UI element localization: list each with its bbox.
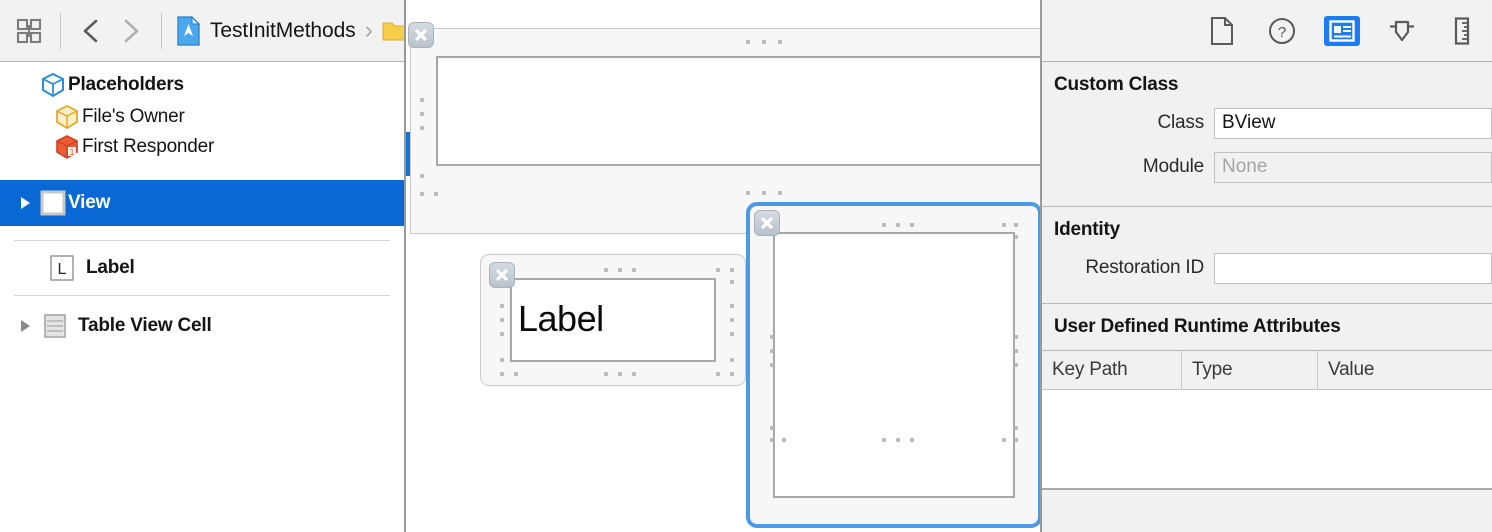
first-responder-icon: 1 — [52, 134, 82, 160]
outline-gap — [0, 226, 404, 240]
breadcrumb-separator: › — [364, 16, 373, 44]
canvas-object-content — [773, 232, 1015, 498]
user-defined-runtime-attributes-section: User Defined Runtime Attributes Key Path… — [1042, 303, 1492, 498]
outline-item-label: Placeholders — [68, 74, 184, 95]
table-view-cell-icon — [38, 312, 72, 340]
interface-builder-canvas[interactable]: Label — [404, 0, 1042, 532]
jump-bar-divider-2 — [161, 12, 162, 49]
connections-inspector-tab[interactable] — [1372, 9, 1432, 53]
files-owner-cube-icon — [52, 104, 82, 130]
xcode-interface-builder-window: TestInitMethods › TestInitMethods › — [0, 0, 1492, 532]
connections-arrow-icon — [1390, 20, 1414, 41]
outline-item-view[interactable]: View — [0, 180, 404, 226]
canvas-object-close-badge[interactable] — [489, 262, 515, 288]
custom-class-section: Custom Class Class BView Module None — [1042, 62, 1492, 206]
chevron-right-icon — [21, 197, 30, 209]
outline-item-label: View — [68, 192, 111, 213]
inspector-body: Custom Class Class BView Module None Ide… — [1042, 62, 1492, 532]
view-square-icon — [38, 189, 68, 217]
canvas-object-close-badge[interactable] — [408, 22, 434, 48]
outline-item-label-text: Label — [86, 257, 135, 278]
class-field-label: Class — [1157, 112, 1204, 133]
breadcrumb-item-project[interactable]: TestInitMethods — [174, 12, 358, 50]
chevron-right-icon — [21, 320, 30, 332]
outline-item-label: Table View Cell — [78, 315, 212, 336]
canvas-object-content — [436, 56, 1040, 166]
identity-inspector-tab[interactable] — [1312, 9, 1372, 53]
identity-inspector-panel: ? Custom Class Class BView Module None I… — [1042, 0, 1492, 532]
disclosure-triangle-view[interactable] — [12, 195, 38, 211]
module-field-label: Module — [1142, 156, 1204, 177]
outline-item-table-view-cell[interactable]: Table View Cell — [0, 296, 404, 356]
identity-card-icon — [1329, 19, 1355, 42]
section-padding — [1042, 194, 1492, 206]
column-header-key-path[interactable]: Key Path — [1042, 351, 1182, 389]
chevron-left-icon — [83, 19, 98, 42]
outline-column: TestInitMethods › TestInitMethods › — [0, 0, 404, 532]
outline-item-first-responder[interactable]: 1 First Responder — [0, 132, 404, 162]
canvas-object-view[interactable] — [746, 202, 1040, 528]
grid-squares-icon — [16, 18, 42, 43]
canvas-object-close-badge[interactable] — [754, 210, 780, 236]
svg-text:?: ? — [1278, 24, 1286, 41]
column-header-value[interactable]: Value — [1318, 351, 1492, 389]
document-outline-list[interactable]: Placeholders File's Owner 1 First Respon… — [0, 62, 404, 532]
canvas-object-content: Label — [510, 278, 716, 362]
module-field-row: Module None — [1042, 150, 1492, 184]
forward-button[interactable] — [111, 12, 149, 50]
file-inspector-tab[interactable] — [1192, 9, 1252, 53]
canvas-label-text: Label — [518, 298, 604, 340]
restoration-id-label: Restoration ID — [1085, 257, 1204, 278]
outline-item-label[interactable]: L Label — [0, 241, 404, 295]
outline-item-placeholders[interactable]: Placeholders — [0, 68, 404, 102]
section-title: Custom Class — [1054, 74, 1179, 95]
size-inspector-tab[interactable] — [1432, 9, 1492, 53]
outline-item-files-owner[interactable]: File's Owner — [0, 102, 404, 132]
jump-bar: TestInitMethods › TestInitMethods › — [0, 0, 404, 62]
close-x-icon — [496, 269, 508, 281]
outline-item-label: First Responder — [82, 136, 215, 157]
class-field-input[interactable]: BView — [1214, 107, 1492, 139]
svg-text:L: L — [58, 261, 67, 278]
restoration-id-input[interactable] — [1214, 252, 1492, 284]
outline-gap — [0, 162, 404, 180]
breadcrumb-label: TestInitMethods — [210, 18, 356, 42]
close-x-icon — [415, 29, 427, 41]
breadcrumb-item-folder[interactable]: TestInitMethods — [380, 12, 404, 50]
document-icon — [1211, 16, 1233, 45]
quick-help-inspector-tab[interactable]: ? — [1252, 9, 1312, 53]
section-title: Identity — [1054, 219, 1120, 240]
class-field-row: Class BView — [1042, 106, 1492, 140]
runtime-attributes-table-body[interactable] — [1042, 390, 1492, 488]
disclosure-triangle-table-view-cell[interactable] — [12, 318, 38, 334]
jump-bar-divider-1 — [60, 12, 61, 49]
back-button[interactable] — [73, 12, 111, 50]
inspector-tab-bar: ? — [1042, 0, 1492, 62]
identity-section: Identity Restoration ID — [1042, 206, 1492, 285]
close-x-icon — [761, 217, 773, 229]
module-field-input[interactable]: None — [1214, 151, 1492, 183]
canvas-object-label[interactable]: Label — [480, 254, 746, 386]
placeholders-cube-icon — [38, 72, 68, 98]
section-title: User Defined Runtime Attributes — [1054, 316, 1341, 337]
runtime-attributes-table-footer[interactable] — [1042, 488, 1492, 498]
folder-icon — [382, 22, 404, 40]
runtime-attributes-table-header: Key Path Type Value — [1042, 350, 1492, 390]
svg-text:1: 1 — [69, 147, 74, 157]
column-header-type[interactable]: Type — [1182, 351, 1318, 389]
ruler-icon — [1454, 16, 1470, 45]
outline-toggle-button[interactable] — [10, 12, 48, 50]
restoration-id-field-row: Restoration ID — [1042, 251, 1492, 285]
question-circle-icon: ? — [1269, 17, 1295, 44]
xcode-project-icon — [177, 15, 201, 46]
outline-item-label: File's Owner — [82, 106, 185, 127]
label-l-icon: L — [46, 254, 78, 282]
chevron-right-icon — [124, 19, 139, 42]
